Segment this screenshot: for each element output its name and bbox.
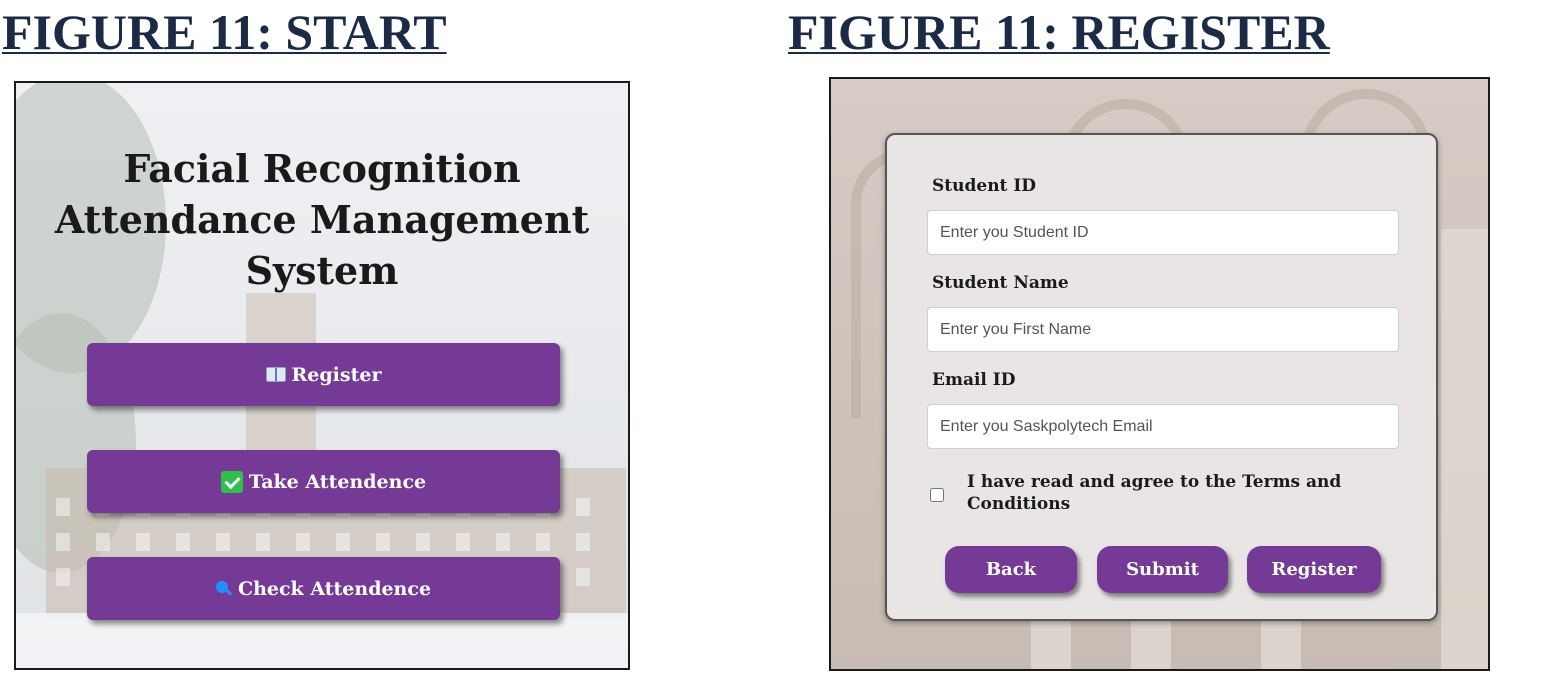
check-mark-icon xyxy=(220,470,243,493)
register-button[interactable]: Register xyxy=(87,343,560,406)
register-button-label: Register xyxy=(291,363,382,386)
submit-button[interactable]: Submit xyxy=(1097,546,1228,593)
register-submit-button[interactable]: Register xyxy=(1247,546,1381,593)
magnifier-icon xyxy=(215,580,232,597)
student-id-label: Student ID xyxy=(932,176,1037,196)
app-title-line: Attendance Management xyxy=(54,197,590,242)
terms-label: I have read and agree to the Terms and C… xyxy=(967,472,1342,514)
check-attendance-button[interactable]: Check Attendence xyxy=(87,557,560,620)
app-title: Facial Recognition Attendance Management… xyxy=(16,143,628,296)
terms-checkbox[interactable] xyxy=(930,488,944,502)
registration-form: Student ID Student Name Email ID I have … xyxy=(885,133,1438,621)
register-screen-panel: Student ID Student Name Email ID I have … xyxy=(829,77,1490,671)
student-name-input[interactable] xyxy=(927,307,1399,352)
app-title-line: System xyxy=(245,248,399,293)
check-attendance-button-label: Check Attendence xyxy=(237,577,432,600)
email-input[interactable] xyxy=(927,404,1399,449)
open-book-icon xyxy=(265,367,286,382)
student-id-input[interactable] xyxy=(927,210,1399,255)
app-title-line: Facial Recognition xyxy=(123,146,521,191)
start-screen-panel: Facial Recognition Attendance Management… xyxy=(14,81,630,670)
back-button[interactable]: Back xyxy=(945,546,1077,593)
figure-title-register: FIGURE 11: REGISTER xyxy=(788,4,1330,60)
student-name-label: Student Name xyxy=(932,273,1069,293)
figure-title-start: FIGURE 11: START xyxy=(2,4,447,60)
take-attendance-button[interactable]: Take Attendence xyxy=(87,450,560,513)
take-attendance-button-label: Take Attendence xyxy=(248,470,427,493)
email-id-label: Email ID xyxy=(932,370,1016,390)
